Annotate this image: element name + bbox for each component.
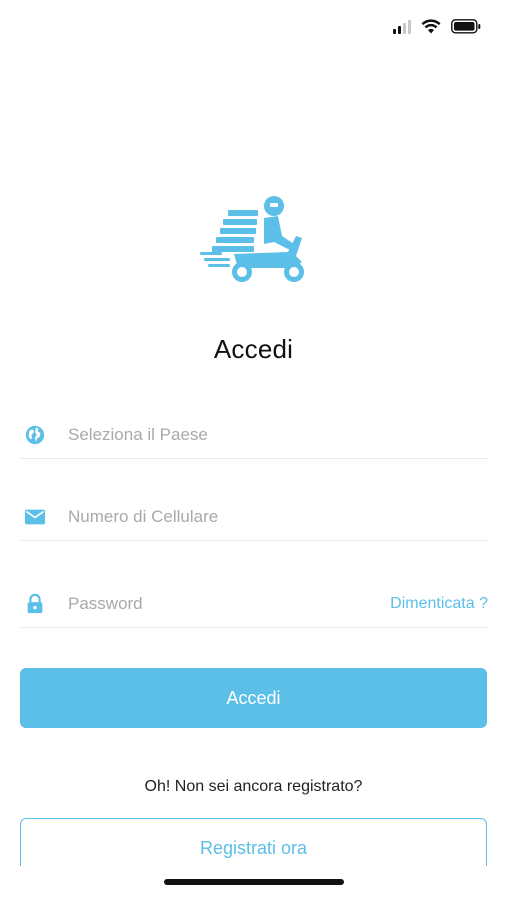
status-bar [0,0,507,60]
wifi-icon [421,19,441,34]
globe-icon [25,425,45,445]
login-button[interactable]: Accedi [20,668,487,728]
status-icons [393,19,481,34]
password-field[interactable]: Dimenticata ? [20,583,488,628]
password-input[interactable] [68,589,368,619]
lock-icon [27,593,43,614]
battery-icon [451,19,481,34]
country-field[interactable] [20,414,488,459]
forgot-password-link[interactable]: Dimenticata ? [390,595,488,613]
home-indicator[interactable] [164,879,344,885]
mail-icon [24,509,46,525]
page-title: Accedi [213,334,294,364]
phone-field[interactable] [20,496,488,541]
cellular-signal-icon [393,19,411,34]
country-input[interactable] [68,420,368,450]
register-prompt: Oh! Non sei ancora registrato? [144,778,363,795]
phone-input[interactable] [68,502,368,532]
scooter-delivery-icon [200,196,304,282]
